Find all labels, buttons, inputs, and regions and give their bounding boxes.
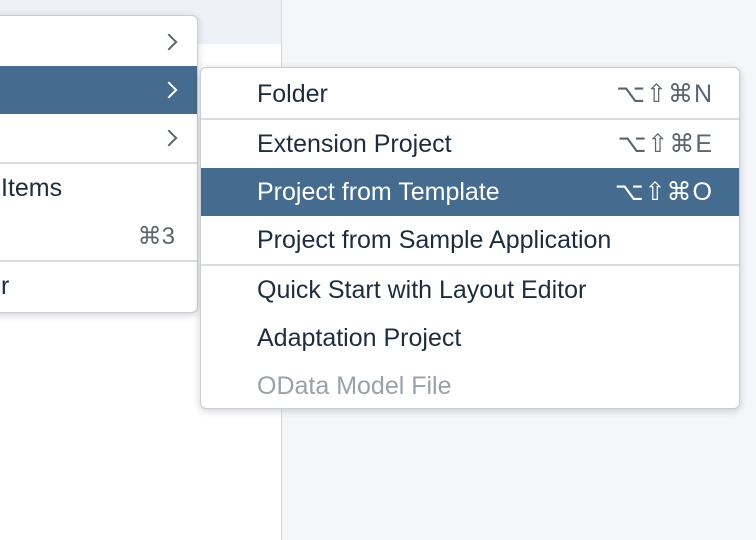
parent-menu-item-shortcut-3[interactable]: ⌘3 xyxy=(0,212,197,260)
menu-item-label: Folder xyxy=(257,79,328,108)
menu-item-extension-project[interactable]: Extension Project ⌥⇧⌘E xyxy=(201,120,739,168)
parent-menu-item-6[interactable]: r xyxy=(0,262,197,310)
menu-item-odata-model-file: OData Model File xyxy=(201,362,739,408)
keyboard-shortcut: ⌘3 xyxy=(137,222,175,250)
parent-menu-item-1[interactable] xyxy=(0,18,197,66)
menu-item-quick-start-layout-editor[interactable]: Quick Start with Layout Editor xyxy=(201,266,739,314)
keyboard-shortcut: ⌥⇧⌘O xyxy=(614,178,713,206)
chevron-right-icon xyxy=(160,33,178,51)
chevron-right-icon xyxy=(160,81,178,99)
screen: Items ⌘3 r Folder ⌥⇧⌘N Extension Project… xyxy=(0,0,756,540)
menu-item-label: Adaptation Project xyxy=(257,323,462,352)
menu-item-project-from-sample-application[interactable]: Project from Sample Application xyxy=(201,216,739,264)
menu-item-label: Project from Sample Application xyxy=(257,225,612,254)
parent-menu-item-items[interactable]: Items xyxy=(0,164,197,212)
parent-menu-item-label: Items xyxy=(1,173,63,202)
menu-item-project-from-template[interactable]: Project from Template ⌥⇧⌘O xyxy=(201,168,739,216)
menu-item-label: OData Model File xyxy=(257,371,452,400)
menu-item-adaptation-project[interactable]: Adaptation Project xyxy=(201,314,739,362)
parent-menu-item-label: r xyxy=(1,271,10,300)
menu-item-folder[interactable]: Folder ⌥⇧⌘N xyxy=(201,70,739,118)
parent-context-menu: Items ⌘3 r xyxy=(0,15,198,313)
keyboard-shortcut: ⌥⇧⌘E xyxy=(617,130,713,158)
chevron-right-icon xyxy=(160,129,178,147)
keyboard-shortcut: ⌥⇧⌘N xyxy=(616,80,713,108)
parent-menu-item-new[interactable] xyxy=(0,66,197,114)
menu-item-label: Quick Start with Layout Editor xyxy=(257,275,587,304)
menu-item-label: Project from Template xyxy=(257,177,500,206)
parent-menu-item-3[interactable] xyxy=(0,114,197,162)
menu-item-label: Extension Project xyxy=(257,129,452,158)
new-submenu: Folder ⌥⇧⌘N Extension Project ⌥⇧⌘E Proje… xyxy=(200,67,740,409)
